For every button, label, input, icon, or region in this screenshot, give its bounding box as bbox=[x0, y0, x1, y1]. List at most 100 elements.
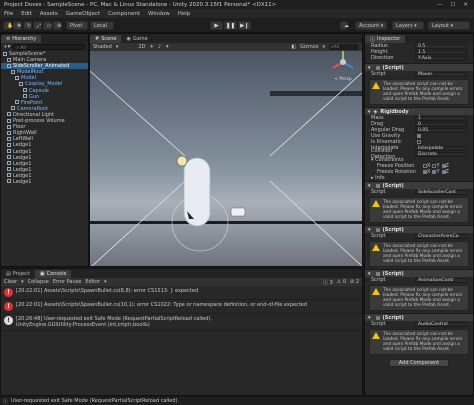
missing-script-header[interactable]: ▾ (Script) bbox=[365, 63, 473, 71]
rect-tool-button[interactable]: ▭ bbox=[43, 21, 52, 30]
rigidbody-header[interactable]: ▾ ◈ Rigidbody bbox=[365, 107, 473, 115]
effects-icon[interactable]: ✦ bbox=[165, 44, 169, 50]
enabled-checkbox[interactable] bbox=[375, 315, 380, 320]
warn-count: 0 bbox=[342, 279, 347, 285]
close-button[interactable]: ✕ bbox=[463, 2, 468, 8]
menu-help[interactable]: Help bbox=[178, 11, 191, 17]
local-toggle[interactable]: Local bbox=[90, 21, 114, 30]
enabled-checkbox[interactable] bbox=[375, 183, 380, 188]
enabled-checkbox[interactable] bbox=[375, 271, 380, 276]
hierarchy-item-label: Ledge1 bbox=[13, 166, 32, 173]
tab-inspector[interactable]: ⓘ Inspector bbox=[365, 35, 406, 43]
transform-icon: ⊕ bbox=[57, 22, 62, 29]
missing-script-header[interactable]: ▾ (Script) bbox=[365, 181, 473, 189]
enabled-checkbox[interactable] bbox=[375, 65, 380, 70]
tab-project[interactable]: ▤ Project bbox=[1, 270, 35, 278]
console-row[interactable]: ! [20:22:01] Assets\Scripts\SpawnBullet.… bbox=[1, 300, 362, 314]
enabled-checkbox[interactable] bbox=[375, 227, 380, 232]
menu-window[interactable]: Window bbox=[148, 11, 170, 17]
menu-component[interactable]: Component bbox=[108, 11, 140, 17]
info-count: 3 bbox=[329, 279, 333, 286]
move-tool-button[interactable]: ✥ bbox=[13, 21, 22, 30]
pause-button[interactable]: ❚❚ bbox=[224, 21, 237, 30]
mode-2d-toggle[interactable]: 2D bbox=[138, 44, 145, 50]
field-value[interactable]: 0.05 bbox=[415, 127, 467, 133]
status-message[interactable]: User-requested exit Safe Mode (RequestPa… bbox=[11, 398, 179, 404]
capsule-player[interactable] bbox=[183, 157, 211, 227]
gizmos-dropdown[interactable]: Gizmos bbox=[300, 44, 318, 50]
maximize-button[interactable]: ☐ bbox=[450, 2, 455, 8]
collision-dropdown[interactable]: Discrete bbox=[415, 151, 467, 157]
play-button[interactable]: ▶ bbox=[210, 21, 223, 30]
tab-hierarchy[interactable]: ≡ Hierarchy bbox=[1, 35, 42, 43]
step-button[interactable]: ▶❙ bbox=[238, 21, 251, 30]
error-count-toggle[interactable]: ⊘ 2 bbox=[350, 279, 359, 285]
field-value[interactable]: 1 bbox=[415, 115, 467, 121]
hierarchy-item[interactable]: Ledge1 bbox=[1, 179, 88, 185]
layers-dropdown[interactable]: Layers ▾ bbox=[392, 21, 424, 30]
field-value[interactable]: 0 bbox=[415, 121, 467, 127]
account-dropdown[interactable]: Account ▾ bbox=[355, 21, 387, 30]
field-value[interactable]: 0.5 bbox=[415, 43, 467, 49]
hierarchy-search-input[interactable]: ⌕ All bbox=[12, 44, 86, 51]
tab-scene[interactable]: # Scene bbox=[90, 35, 122, 43]
menu-assets[interactable]: Assets bbox=[40, 11, 58, 17]
hierarchy-item-label: Ledge1 bbox=[13, 142, 32, 149]
shading-dropdown[interactable]: Shaded bbox=[93, 44, 112, 50]
gameobject-icon bbox=[7, 161, 11, 166]
step-icon: ▶❙ bbox=[240, 22, 249, 29]
field-value[interactable]: Y-Axis bbox=[415, 55, 467, 61]
field-value[interactable]: Mover bbox=[415, 71, 467, 77]
scale-tool-button[interactable]: ⤢ bbox=[33, 21, 42, 30]
collab-button[interactable]: ☁ bbox=[340, 21, 349, 30]
foldout-icon: ▾ bbox=[368, 108, 371, 115]
menu-gameobject[interactable]: GameObject bbox=[66, 11, 100, 17]
gameobject-icon bbox=[7, 57, 11, 62]
minimize-button[interactable]: — bbox=[437, 2, 443, 8]
collapse-toggle[interactable]: Collapse bbox=[28, 279, 49, 285]
rotate-tool-button[interactable]: ↻ bbox=[23, 21, 32, 30]
clear-button[interactable]: Clear bbox=[4, 279, 17, 285]
light-icon[interactable]: ☀ bbox=[149, 44, 153, 50]
persp-label: < Persp bbox=[334, 77, 352, 82]
field-value[interactable]: SideScrollerCont bbox=[415, 189, 467, 195]
layout-dropdown[interactable]: Layout ▾ bbox=[428, 21, 470, 30]
info-count-toggle[interactable]: ⓘ 3 bbox=[323, 279, 333, 286]
interpolate-dropdown[interactable]: Interpolate bbox=[415, 145, 467, 151]
tab-game[interactable]: ◉ Game bbox=[121, 35, 152, 43]
editor-dropdown[interactable]: Editor bbox=[85, 279, 100, 285]
warn-count-toggle[interactable]: ⚠ 0 bbox=[337, 279, 346, 285]
audio-icon[interactable]: ♪ bbox=[158, 44, 161, 50]
missing-script-header[interactable]: ▾ (Script) bbox=[365, 269, 473, 277]
scene-gizmo-axis[interactable]: < Persp bbox=[330, 49, 356, 82]
use-gravity-checkbox[interactable] bbox=[417, 134, 421, 138]
field-value[interactable]: AudioControl bbox=[415, 321, 467, 327]
add-icon[interactable]: +▾ bbox=[3, 44, 10, 50]
error-pause-toggle[interactable]: Error Pause bbox=[53, 279, 81, 285]
console-row[interactable]: ! [20:22:01] Assets\Scripts\SpawnBullet.… bbox=[1, 286, 362, 300]
foldout-icon: ▾ bbox=[368, 182, 371, 189]
console-row[interactable]: ! [20:26:48] User-requested exit Safe Mo… bbox=[1, 314, 362, 331]
console-message: [20:26:48] User-requested exit Safe Mode… bbox=[16, 316, 212, 328]
field-value[interactable]: CharacterAnimCo bbox=[415, 233, 467, 239]
hand-tool-button[interactable]: ✋ bbox=[3, 21, 13, 30]
menu-file[interactable]: File bbox=[4, 11, 13, 17]
field-value[interactable]: AnimationContr bbox=[415, 277, 467, 283]
tab-console[interactable]: ▣ Console bbox=[34, 270, 72, 278]
warning-text: The associated script can not be loaded.… bbox=[383, 200, 463, 220]
transform-tool-button[interactable]: ⊕ bbox=[53, 21, 62, 30]
cloud-icon: ☁ bbox=[344, 22, 349, 29]
camera-icon[interactable]: ◧ bbox=[291, 44, 296, 50]
scene-icon: # bbox=[95, 36, 100, 42]
pivot-toggle[interactable]: Pivot bbox=[66, 21, 88, 30]
missing-script-header[interactable]: ▾ (Script) bbox=[365, 313, 473, 321]
field-value[interactable]: 1.5 bbox=[415, 49, 467, 55]
warning-text: The associated script can not be loaded.… bbox=[383, 332, 463, 352]
missing-script-header[interactable]: ▾ (Script) bbox=[365, 225, 473, 233]
add-component-button[interactable]: Add Component bbox=[389, 359, 449, 367]
is-kinematic-checkbox[interactable] bbox=[417, 140, 421, 144]
menu-edit[interactable]: Edit bbox=[21, 11, 32, 17]
console-message: [20:22:01] Assets\Scripts\SpawnBullet.cs… bbox=[16, 288, 199, 294]
field-label: Script bbox=[371, 277, 386, 283]
scene-viewport[interactable] bbox=[90, 51, 363, 267]
